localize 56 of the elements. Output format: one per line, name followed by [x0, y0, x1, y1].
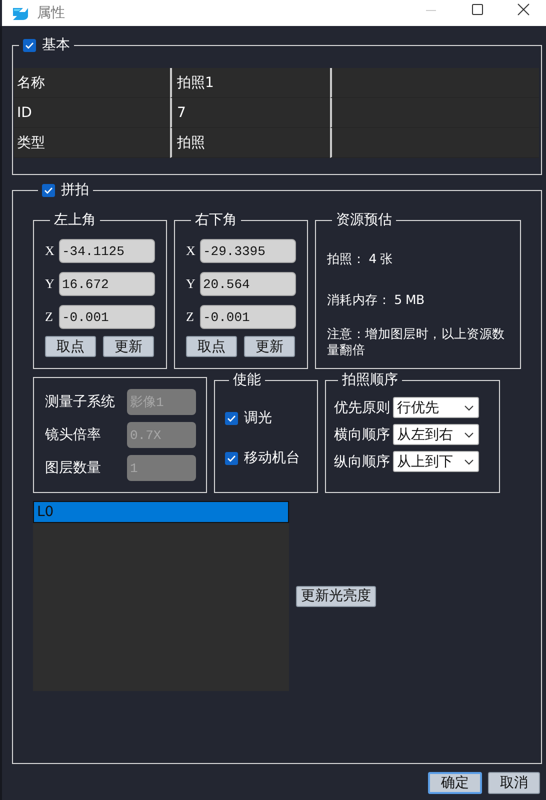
- checkbox-label: 调光: [244, 409, 272, 427]
- dropdown[interactable]: 从左到右: [393, 424, 479, 445]
- dropdown[interactable]: 行优先: [393, 397, 479, 418]
- checkbox[interactable]: [225, 412, 238, 424]
- chevron-down-icon: [464, 404, 474, 410]
- group-title: 基本: [42, 36, 70, 54]
- chevron-down-icon: [464, 458, 474, 464]
- text-button[interactable]: 更新光亮度: [296, 586, 376, 606]
- group-title: 资源预估: [336, 211, 392, 229]
- field-label: 纵向顺序: [334, 452, 390, 470]
- table-cell: 拍照1: [170, 68, 330, 98]
- chevron-down-icon: [464, 432, 474, 438]
- table-cell: ID: [14, 98, 170, 128]
- input-field[interactable]: 16.672: [59, 272, 155, 296]
- text-button[interactable]: 取点: [45, 336, 96, 357]
- group-title: 使能: [233, 371, 261, 389]
- axis-label: Z: [186, 309, 195, 325]
- text-button[interactable]: 更新: [103, 336, 154, 357]
- axis-label: Y: [186, 276, 196, 292]
- estimate-text: 拍照： 4 张: [327, 251, 394, 267]
- axis-label: X: [186, 243, 196, 259]
- input-field[interactable]: -29.3395: [200, 239, 296, 263]
- axis-label: X: [45, 243, 55, 259]
- estimate-text: 消耗内存： 5 MB: [327, 292, 426, 308]
- checkbox[interactable]: [23, 38, 36, 52]
- table-cell: 类型: [14, 128, 170, 158]
- window-title: 属性: [37, 4, 65, 22]
- axis-label: Z: [45, 309, 54, 325]
- group-title: 拍照顺序: [342, 371, 398, 389]
- list-item[interactable]: L0: [33, 501, 289, 523]
- app-logo-icon: [11, 5, 31, 21]
- group-title: 右下角: [195, 211, 237, 229]
- field-label: 图层数量: [45, 459, 101, 477]
- text-button[interactable]: 取点: [186, 336, 237, 357]
- dropdown[interactable]: 从上到下: [393, 451, 479, 472]
- field-label: 优先原则: [334, 398, 390, 416]
- field-label: 测量子系统: [45, 393, 115, 411]
- table-cell: 名称: [14, 68, 170, 98]
- checkbox-label: 移动机台: [244, 449, 300, 467]
- estimate-text: 注意：增加图层时，以上资源数量翻倍: [327, 326, 506, 358]
- axis-label: Y: [45, 276, 55, 292]
- table-cell: 拍照: [170, 128, 330, 158]
- input-field[interactable]: -0.001: [59, 305, 155, 329]
- input-field[interactable]: -0.001: [200, 305, 296, 329]
- group-title: 拼拍: [61, 181, 89, 199]
- input-field[interactable]: 20.564: [200, 272, 296, 296]
- input-field[interactable]: -34.1125: [59, 239, 155, 263]
- group-title: 左上角: [54, 211, 96, 229]
- table-cell: 7: [170, 98, 330, 128]
- checkbox[interactable]: [42, 184, 55, 196]
- text-button[interactable]: 更新: [244, 336, 295, 357]
- text-button[interactable]: 取消: [488, 772, 540, 794]
- text-button[interactable]: 确定: [428, 772, 482, 794]
- checkbox[interactable]: [225, 452, 238, 464]
- field-label: 镜头倍率: [45, 426, 101, 444]
- field-label: 横向顺序: [334, 426, 390, 444]
